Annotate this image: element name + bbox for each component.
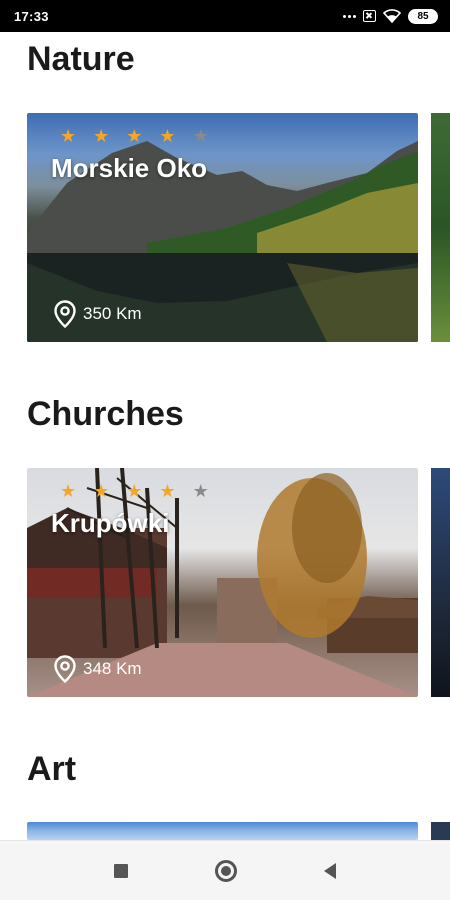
- recents-square-icon[interactable]: [113, 863, 128, 878]
- distance-text: 350 Km: [83, 304, 142, 323]
- content-list[interactable]: Nature ★ ★ ★ ★ ★ Morskie Oko 350 Km Chur: [0, 32, 450, 840]
- status-icons: 85: [343, 8, 438, 24]
- star-icon: ★: [159, 126, 176, 146]
- star-icon: ★: [192, 481, 209, 501]
- status-time: 17:33: [14, 8, 49, 24]
- place-name: Morskie Oko: [51, 153, 208, 183]
- distance-text: 348 Km: [83, 659, 142, 678]
- star-icon: ★: [60, 126, 77, 146]
- next-card-peek[interactable]: [431, 822, 450, 840]
- more-dots-icon: [343, 14, 356, 18]
- star-icon: ★: [93, 126, 110, 146]
- wifi-icon: [383, 9, 401, 23]
- system-nav-bar: [0, 840, 450, 900]
- next-card-peek[interactable]: [431, 113, 450, 342]
- status-bar: 17:33 85: [0, 0, 450, 32]
- rating-stars: ★ ★ ★ ★ ★: [60, 482, 209, 500]
- section-title-art: Art: [27, 750, 77, 788]
- next-card-peek[interactable]: [431, 468, 450, 697]
- section-title-churches: Churches: [27, 395, 184, 433]
- rating-stars: ★ ★ ★ ★ ★: [60, 127, 209, 145]
- place-name: Krupówki: [51, 508, 170, 538]
- place-card-morskie-oko[interactable]: ★ ★ ★ ★ ★ Morskie Oko 350 Km: [27, 113, 418, 342]
- place-card-krupowki[interactable]: ★ ★ ★ ★ ★ Krupówki 348 Km: [27, 468, 418, 697]
- back-triangle-icon[interactable]: [324, 862, 337, 879]
- sim-error-icon: [363, 10, 376, 22]
- star-icon: ★: [93, 481, 110, 501]
- place-card-art[interactable]: [27, 822, 418, 840]
- star-icon: ★: [126, 481, 143, 501]
- star-icon: ★: [60, 481, 77, 501]
- battery-icon: 85: [408, 8, 438, 24]
- star-icon: ★: [126, 126, 143, 146]
- location-pin-icon: [54, 300, 76, 328]
- distance: 348 Km: [53, 655, 142, 683]
- star-icon: ★: [159, 481, 176, 501]
- location-pin-icon: [54, 655, 76, 683]
- star-icon: ★: [192, 126, 209, 146]
- home-circle-icon[interactable]: [214, 859, 237, 882]
- section-title-nature: Nature: [27, 40, 135, 78]
- distance: 350 Km: [53, 300, 142, 328]
